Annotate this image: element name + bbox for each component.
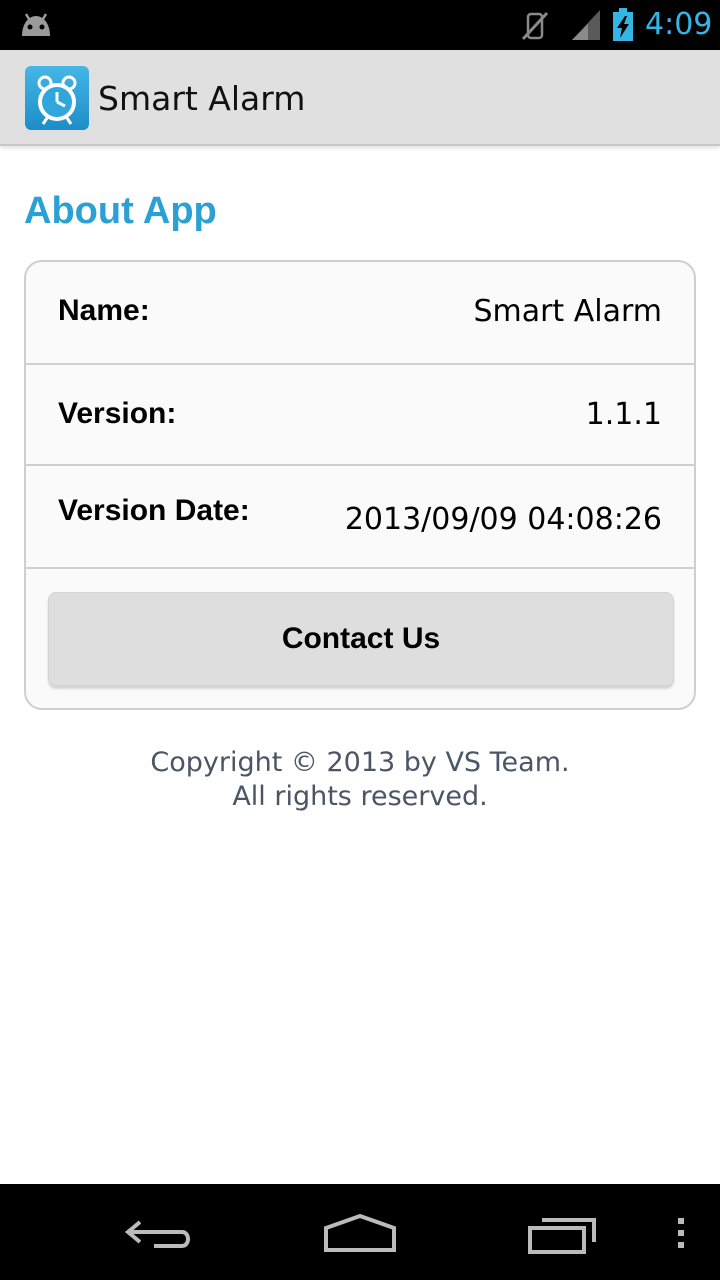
row-label: Version Date: bbox=[58, 494, 250, 527]
action-bar: Smart Alarm bbox=[0, 50, 720, 146]
back-icon[interactable] bbox=[124, 1214, 196, 1254]
copyright-text: Copyright © 2013 by VS Team. All rights … bbox=[0, 746, 720, 814]
row-label: Name: bbox=[58, 294, 150, 327]
contact-us-button[interactable]: Contact Us bbox=[48, 592, 674, 686]
app-title: Smart Alarm bbox=[98, 79, 306, 118]
mute-icon bbox=[521, 11, 549, 41]
copyright-line-1: Copyright © 2013 by VS Team. bbox=[150, 747, 570, 778]
row-label: Version: bbox=[58, 397, 177, 430]
info-row-version: Version: 1.1.1 bbox=[26, 363, 694, 466]
alarm-clock-icon[interactable] bbox=[25, 66, 89, 130]
info-row-version-date: Version Date: 2013/09/09 04:08:26 bbox=[26, 466, 694, 569]
home-icon[interactable] bbox=[322, 1212, 398, 1254]
navigation-bar bbox=[0, 1184, 720, 1280]
status-bar: 4:09 bbox=[0, 0, 720, 50]
row-value: 1.1.1 bbox=[585, 397, 662, 432]
info-row-name: Name: Smart Alarm bbox=[26, 262, 694, 365]
status-time: 4:09 bbox=[645, 7, 713, 42]
about-card: Name: Smart Alarm Version: 1.1.1 Version… bbox=[24, 260, 696, 710]
copyright-line-2: All rights reserved. bbox=[232, 781, 488, 812]
row-value: Smart Alarm bbox=[473, 294, 662, 329]
recent-apps-icon[interactable] bbox=[526, 1214, 600, 1256]
row-value: 2013/09/09 04:08:26 bbox=[344, 502, 662, 537]
signal-icon bbox=[572, 10, 600, 40]
menu-icon[interactable] bbox=[674, 1216, 688, 1250]
battery-charging-icon bbox=[613, 8, 633, 41]
android-debug-icon bbox=[22, 13, 50, 36]
page-title: About App bbox=[24, 190, 217, 232]
